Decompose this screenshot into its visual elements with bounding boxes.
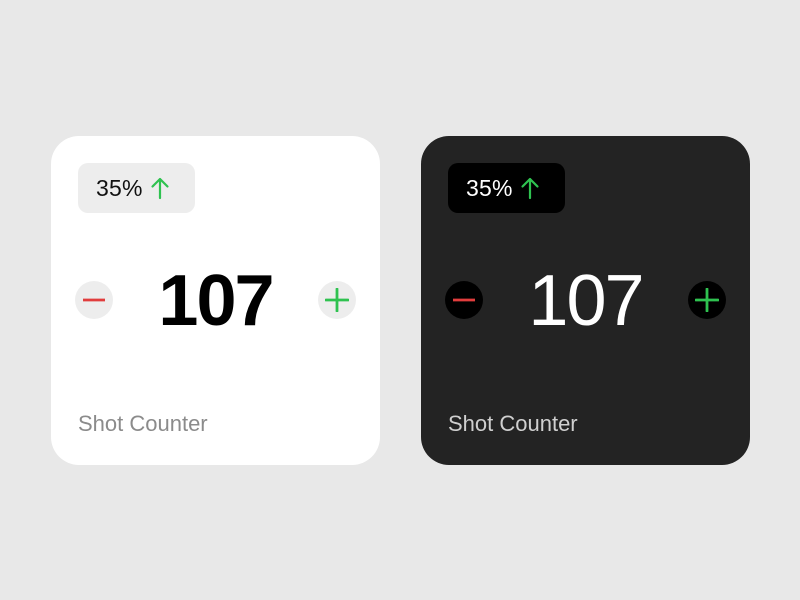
plus-icon xyxy=(695,288,719,312)
shot-count: 107 xyxy=(528,261,644,341)
shot-count: 107 xyxy=(158,261,274,341)
widget-showcase: 35% 107 Shot Counter 35% 107 Shot Counte… xyxy=(0,0,800,600)
plus-icon xyxy=(325,288,349,312)
decrement-button[interactable] xyxy=(445,281,483,319)
widget-title: Shot Counter xyxy=(448,411,578,436)
minus-icon xyxy=(453,289,475,311)
decrement-button[interactable] xyxy=(75,281,113,319)
trend-percent: 35% xyxy=(96,174,143,201)
shot-counter-widget-dark: 35% 107 Shot Counter xyxy=(421,136,750,465)
widget-title: Shot Counter xyxy=(78,411,208,436)
shot-counter-widget-light: 35% 107 Shot Counter xyxy=(51,136,380,465)
increment-button[interactable] xyxy=(318,281,356,319)
trend-badge: 35% xyxy=(448,163,565,213)
minus-icon xyxy=(83,289,105,311)
trend-badge: 35% xyxy=(78,163,195,213)
arrow-up-icon xyxy=(520,176,540,200)
trend-percent: 35% xyxy=(466,174,513,201)
arrow-up-icon xyxy=(150,176,170,200)
increment-button[interactable] xyxy=(688,281,726,319)
